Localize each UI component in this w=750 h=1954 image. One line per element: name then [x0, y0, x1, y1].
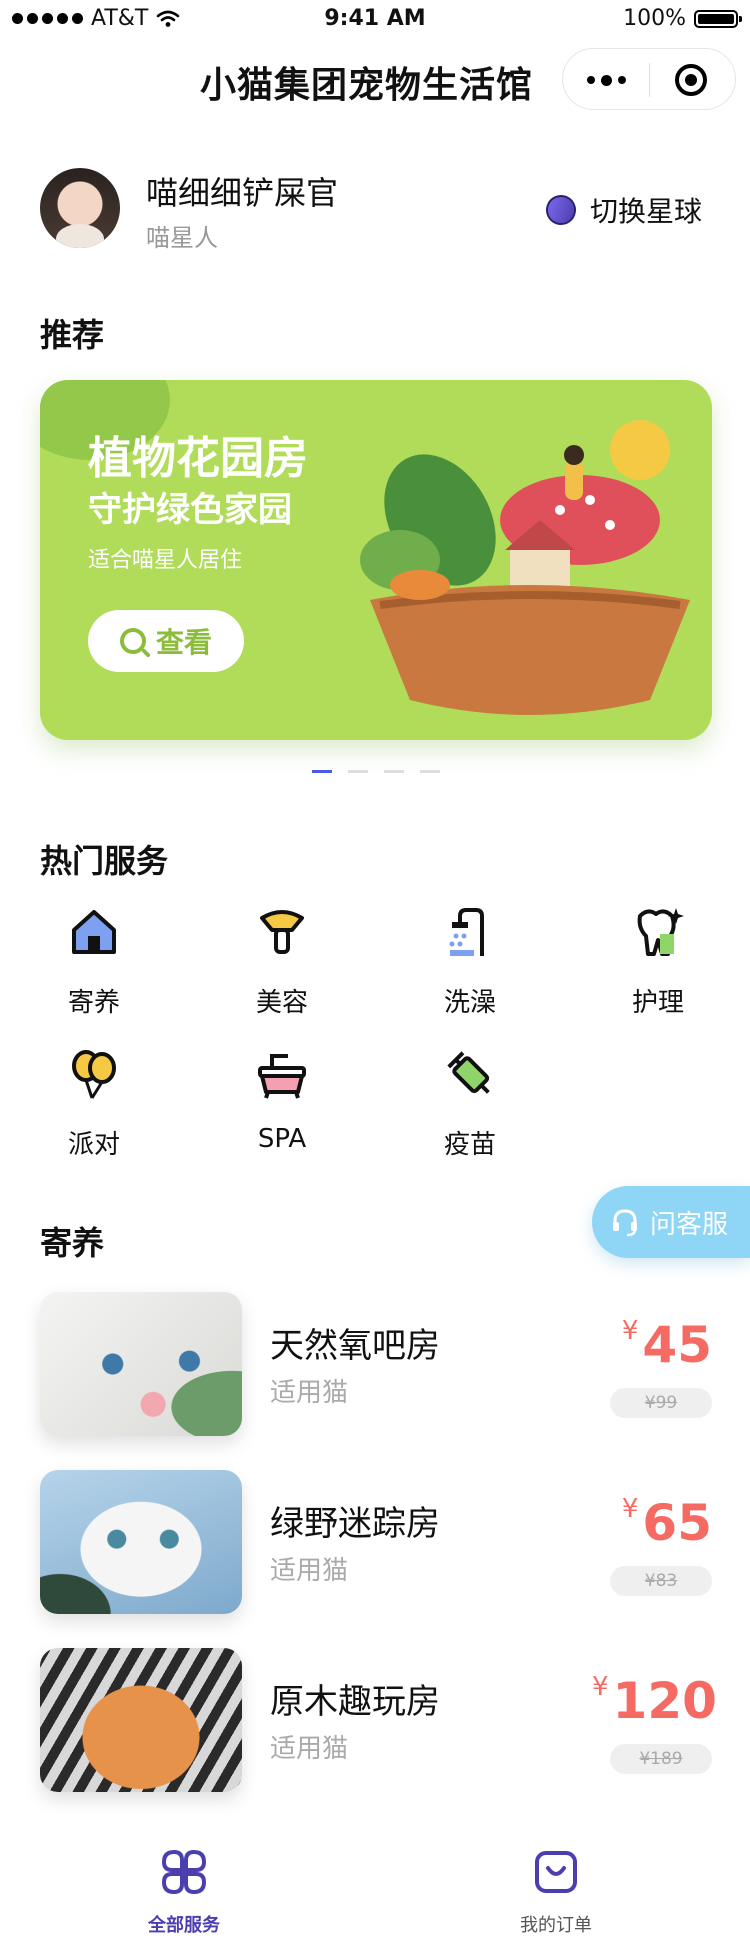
original-price: ¥189 — [610, 1744, 712, 1774]
banner-description: 适合喵星人居住 — [88, 548, 243, 573]
room-sub: 适用猫 — [270, 1556, 349, 1586]
view-button[interactable]: 查看 — [88, 610, 244, 672]
battery-icon — [694, 9, 742, 28]
list-item[interactable]: 绿野迷踪房 适用猫 ¥65 ¥83 — [40, 1470, 712, 1614]
tooth-care-icon — [637, 908, 684, 956]
room-name: 绿野迷踪房 — [270, 1504, 440, 1544]
search-icon — [119, 628, 146, 654]
room-sub: 适用猫 — [270, 1734, 349, 1764]
tab-label: 我的订单 — [520, 1915, 592, 1936]
page-title: 小猫集团宠物生活馆 — [200, 65, 534, 106]
price-value: 45 — [642, 1316, 712, 1374]
switch-planet-label: 切换星球 — [590, 195, 703, 228]
original-price: ¥83 — [610, 1566, 712, 1596]
banner-title: 植物花园房 — [88, 433, 308, 484]
original-price: ¥99 — [610, 1388, 712, 1418]
shower-icon — [449, 908, 484, 956]
avatar[interactable] — [40, 168, 120, 248]
pager-dot[interactable] — [420, 770, 440, 773]
view-button-label: 查看 — [155, 626, 212, 659]
battery-percent: 100% — [623, 6, 686, 31]
service-label: 派对 — [67, 1130, 120, 1160]
close-target-icon[interactable] — [675, 64, 707, 96]
section-title-boarding: 寄养 — [40, 1224, 105, 1262]
balloon-icon — [72, 1050, 116, 1099]
house-icon — [72, 910, 116, 954]
banner-pager — [312, 770, 440, 773]
room-photo — [40, 1648, 242, 1792]
grid-icon — [161, 1849, 207, 1895]
tab-all-services[interactable]: 全部服务 — [104, 1848, 264, 1937]
planet-icon — [541, 190, 581, 230]
room-name: 原木趣玩房 — [270, 1682, 440, 1722]
service-label: 疫苗 — [443, 1130, 496, 1160]
banner-subtitle: 守护绿色家园 — [88, 490, 292, 530]
price: ¥45 — [610, 1316, 712, 1374]
more-icon[interactable] — [587, 66, 626, 94]
service-boarding[interactable]: 寄养 — [34, 904, 154, 1019]
status-right: 100% — [623, 6, 742, 31]
syringe-icon — [447, 1051, 490, 1094]
capsule-divider — [649, 63, 650, 97]
service-label: 寄养 — [67, 988, 120, 1018]
list-item[interactable]: 原木趣玩房 适用猫 ¥120 ¥189 — [40, 1648, 717, 1792]
bag-icon — [535, 1851, 577, 1893]
section-title-services: 热门服务 — [40, 842, 169, 880]
currency-symbol: ¥ — [621, 1494, 639, 1524]
price-value: 65 — [642, 1494, 712, 1552]
bathtub-icon — [258, 1054, 306, 1099]
headset-icon — [613, 1209, 637, 1237]
pager-dot[interactable] — [384, 770, 404, 773]
grooming-icon — [260, 910, 304, 954]
tab-label: 全部服务 — [148, 1915, 220, 1936]
switch-planet-button[interactable]: 切换星球 — [541, 190, 703, 230]
user-name: 喵细细铲屎官 — [146, 174, 339, 212]
room-name: 天然氧吧房 — [270, 1326, 440, 1366]
service-party[interactable]: 派对 — [34, 1046, 154, 1161]
room-photo — [40, 1292, 242, 1436]
service-care[interactable]: 护理 — [598, 904, 718, 1019]
customer-service-button[interactable]: 问客服 — [592, 1186, 750, 1258]
price: ¥65 — [610, 1494, 712, 1552]
status-bar: AT&T 9:41 AM 100% — [0, 0, 750, 40]
mini-program-capsule — [562, 48, 736, 110]
room-sub: 适用猫 — [270, 1378, 349, 1408]
pager-dot[interactable] — [312, 770, 332, 773]
recommend-banner[interactable]: 植物花园房 守护绿色家园 适合喵星人居住 查看 — [40, 380, 712, 740]
service-label: 洗澡 — [443, 988, 496, 1018]
service-label: 护理 — [631, 988, 684, 1018]
currency-symbol: ¥ — [621, 1316, 639, 1346]
tab-my-orders[interactable]: 我的订单 — [476, 1848, 636, 1937]
user-subtitle: 喵星人 — [146, 224, 218, 252]
currency-symbol: ¥ — [592, 1672, 609, 1702]
service-label: SPA — [257, 1124, 307, 1154]
garden-illustration — [360, 420, 690, 715]
price: ¥120 — [592, 1672, 717, 1730]
service-vaccine[interactable]: 疫苗 — [410, 1046, 530, 1161]
section-title-recommend: 推荐 — [40, 316, 105, 354]
price-value: 120 — [612, 1672, 717, 1730]
room-photo — [40, 1470, 242, 1614]
customer-service-label: 问客服 — [650, 1209, 729, 1240]
service-spa[interactable]: SPA — [222, 1046, 342, 1154]
list-item[interactable]: 天然氧吧房 适用猫 ¥45 ¥99 — [40, 1292, 712, 1436]
service-bath[interactable]: 洗澡 — [410, 904, 530, 1019]
service-label: 美容 — [255, 988, 308, 1018]
service-grooming[interactable]: 美容 — [222, 904, 342, 1019]
pager-dot[interactable] — [348, 770, 368, 773]
